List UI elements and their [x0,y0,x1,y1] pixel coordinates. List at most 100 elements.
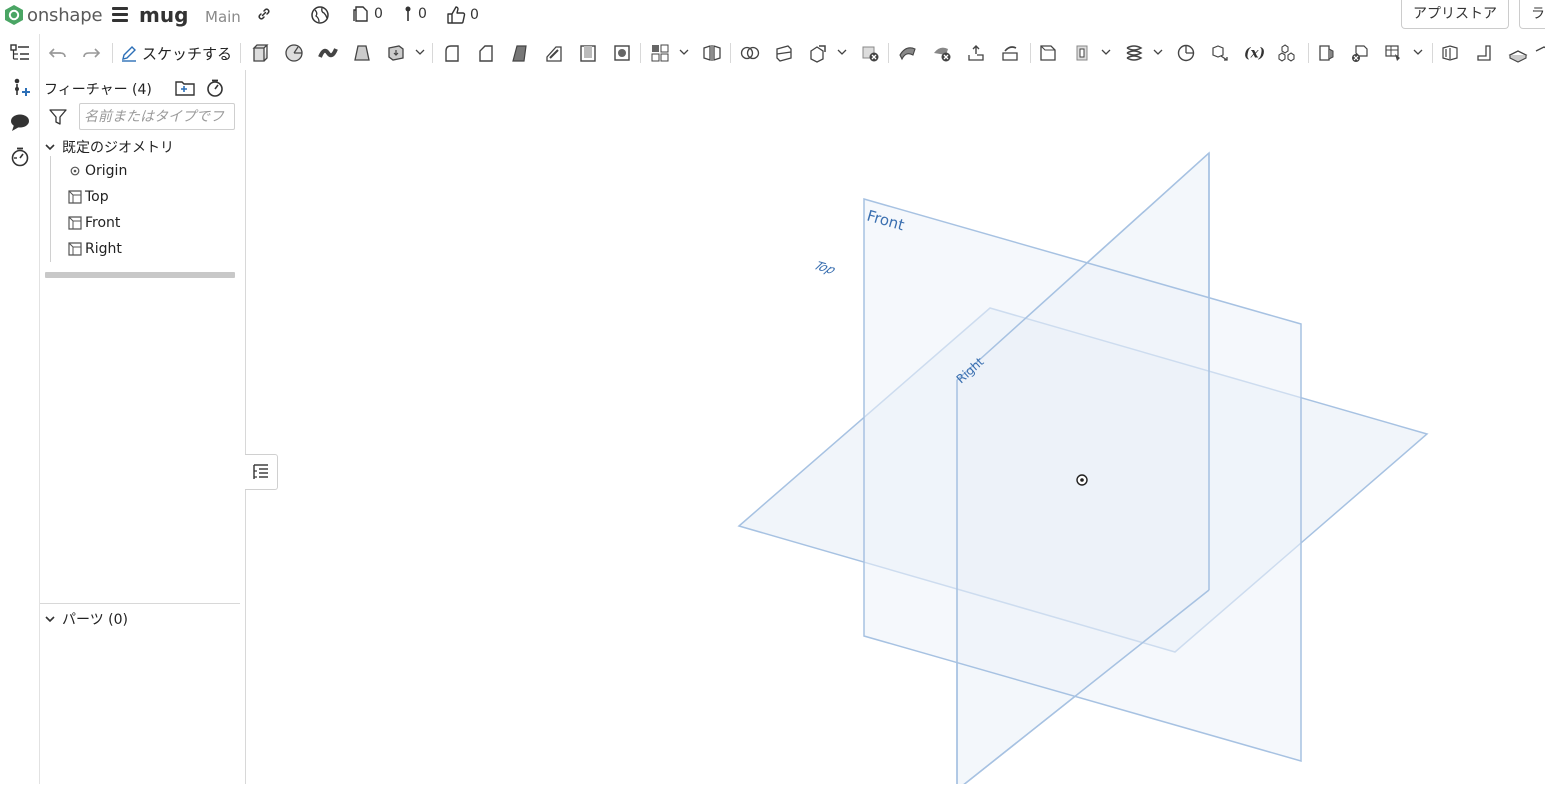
boolean-tool[interactable] [739,42,761,64]
performance-timer-icon[interactable] [9,146,31,168]
public-globe-icon[interactable] [310,5,334,25]
chamfer-tool[interactable] [475,42,497,64]
measure-tool[interactable] [1175,42,1197,64]
tree-item-top[interactable]: Top [65,189,109,205]
thicken-icon [388,45,404,61]
app-store-button[interactable]: アプリストア [1401,0,1509,29]
derived-tool[interactable] [1209,42,1231,64]
fillet-tool[interactable] [441,42,463,64]
delete-face-icon [934,47,951,62]
toolbar-divider [1432,43,1433,63]
comments-icon[interactable] [9,111,31,133]
pattern-tool[interactable] [649,42,671,64]
sketch-button[interactable]: スケッチする [120,42,232,64]
plane-icon [68,190,82,204]
redo-button[interactable] [80,42,102,64]
onshape-logo-icon [5,5,23,25]
more-tools-icon[interactable] [1533,42,1545,64]
chamfer-icon [479,45,493,62]
toolbar-divider [112,43,113,63]
default-planes-scene[interactable]: Front Top Right [246,70,1545,788]
tree-item-origin[interactable]: Origin [65,163,127,179]
chevron-down-icon[interactable] [1101,47,1111,57]
chevron-down-icon[interactable] [415,47,425,57]
feature-list-icon[interactable] [9,42,31,64]
move-face-tool[interactable] [965,42,987,64]
replace-face-tool[interactable] [999,42,1021,64]
learning-center-button[interactable]: ラ [1519,0,1545,29]
configurations-tool[interactable] [1277,42,1299,64]
toolbar-divider [240,43,241,63]
workspace-name[interactable]: Main [205,8,241,26]
link-icon[interactable] [256,6,272,26]
sheet-metal-table-tool[interactable] [1383,42,1405,64]
parts-group[interactable]: パーツ (0) [44,609,128,629]
shell-icon [580,45,596,62]
releases-indicator[interactable]: 0 [352,5,383,23]
chevron-down-icon[interactable] [1413,47,1423,57]
delete-face-tool[interactable] [931,42,953,64]
finish-sheet-metal-icon [1352,45,1368,62]
move-face-icon [968,45,984,61]
sheet-metal-tool[interactable] [1315,42,1337,64]
offset-surface-tool[interactable] [897,42,919,64]
plane-icon [68,242,82,256]
revolve-tool[interactable] [283,42,305,64]
rollback-timer-icon[interactable] [206,79,224,97]
onshape-logo[interactable]: onshape [4,4,103,26]
trim-tool[interactable] [1473,42,1495,64]
add-folder-icon[interactable] [175,79,195,97]
sketch-button-label: スケッチする [142,44,233,63]
chevron-down-icon[interactable] [1153,47,1163,57]
mate-connector-icon [1076,45,1088,61]
document-name[interactable]: mug [139,3,188,27]
helix-tool[interactable] [1123,42,1145,64]
draft-tool[interactable] [509,42,531,64]
origin-marker-icon[interactable] [1076,474,1088,486]
horizontal-scrollbar[interactable] [45,272,235,278]
tree-item-label: Top [85,189,109,205]
delete-part-tool[interactable] [859,42,881,64]
chevron-down-icon [45,616,55,623]
tree-item-front[interactable]: Front [65,215,120,231]
menu-icon[interactable] [112,7,128,23]
likes-indicator[interactable]: 0 [446,5,479,25]
thicken-tool[interactable] [385,42,407,64]
extrude-tool[interactable] [249,42,271,64]
sweep-tool[interactable] [317,42,339,64]
hole-tool[interactable] [611,42,633,64]
frame-tool[interactable] [1439,42,1461,64]
plane-tool[interactable] [1037,42,1059,64]
filter-icon[interactable] [49,109,67,125]
feature-list-title: フィーチャー (4) [44,82,152,98]
shell-tool[interactable] [577,42,599,64]
sheet-metal-icon [1319,45,1334,61]
rib-tool[interactable] [543,42,565,64]
mirror-tool[interactable] [701,42,723,64]
pencil-icon [122,46,136,62]
versions-indicator[interactable]: 0 [402,5,427,23]
graphics-viewport[interactable]: Front Top Right [246,70,1545,788]
split-tool[interactable] [773,42,795,64]
transform-tool[interactable] [807,42,829,64]
feature-search-input[interactable] [79,103,235,130]
add-variable-icon[interactable] [9,77,31,99]
pattern-icon [651,44,669,62]
parts-label: パーツ (0) [62,612,129,628]
thumbs-up-icon [447,6,466,24]
end-cap-tool[interactable] [1507,42,1529,64]
helix-icon [1126,45,1143,61]
default-geometry-group[interactable]: 既定のジオメトリ [44,137,174,157]
draft-icon [512,45,527,62]
tree-item-right[interactable]: Right [65,241,122,257]
mate-connector-tool[interactable] [1071,42,1093,64]
variable-tool[interactable]: (x) [1243,42,1265,64]
offset-surface-icon [899,47,916,61]
replace-face-icon [1002,46,1018,61]
chevron-down-icon[interactable] [837,47,847,57]
undo-button[interactable] [47,42,69,64]
finish-sheet-metal-tool[interactable] [1349,42,1371,64]
left-rail [0,34,40,784]
loft-tool[interactable] [351,42,373,64]
chevron-down-icon[interactable] [679,47,689,57]
